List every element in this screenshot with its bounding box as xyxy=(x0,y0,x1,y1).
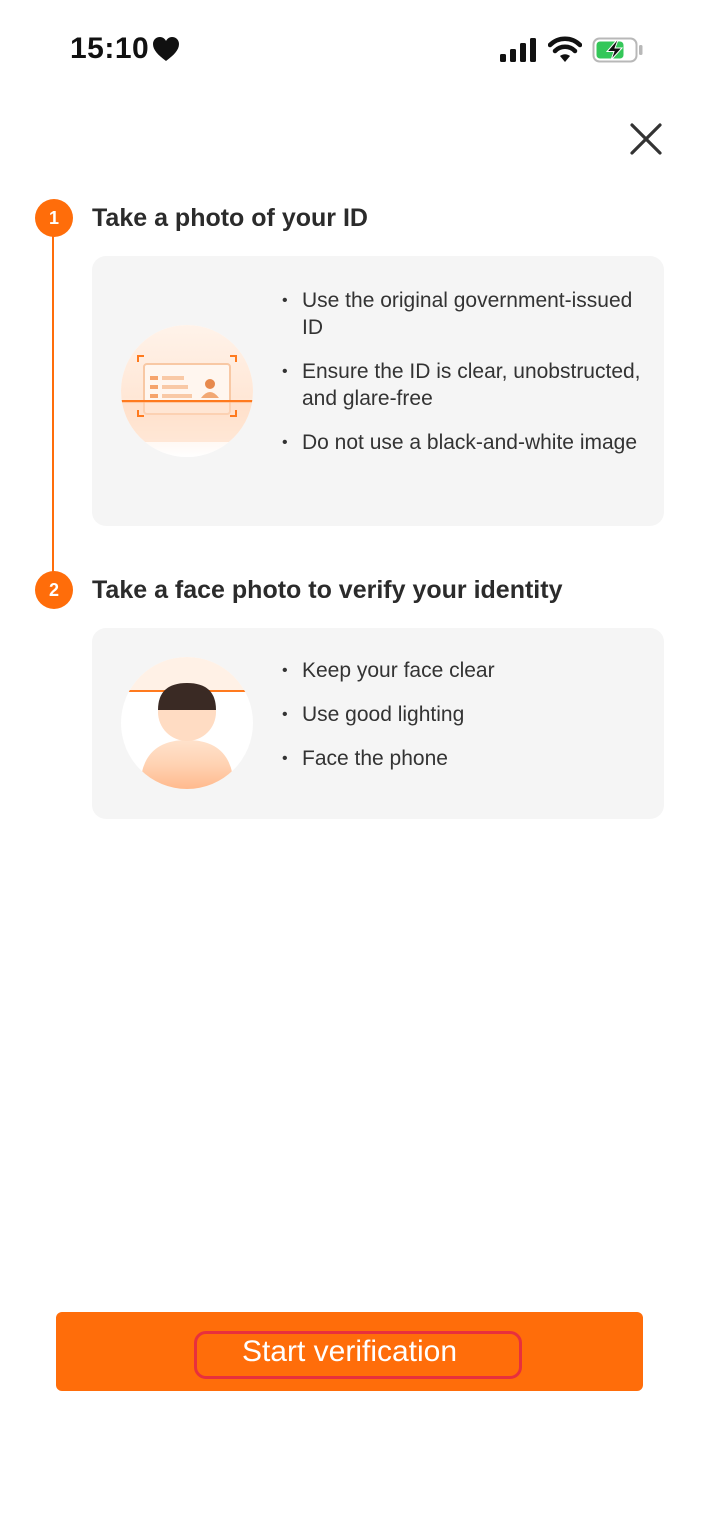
battery-charging-icon xyxy=(592,37,643,63)
step-1-title: Take a photo of your ID xyxy=(92,204,368,232)
step-1-badge: 1 xyxy=(35,199,73,237)
face-scan-illustration xyxy=(121,657,253,789)
status-bar: 15:10 xyxy=(0,0,702,100)
steps-timeline xyxy=(52,236,54,572)
start-verification-button[interactable]: Start verification xyxy=(56,1312,643,1391)
list-item: Use good lighting xyxy=(282,701,647,728)
heart-icon xyxy=(153,37,179,61)
close-button[interactable] xyxy=(622,116,666,160)
cellular-signal-icon xyxy=(500,38,536,62)
list-item: Face the phone xyxy=(282,745,647,772)
step-2-badge: 2 xyxy=(35,571,73,609)
face-photo-card: Keep your face clear Use good lighting F… xyxy=(92,628,664,819)
list-item: Ensure the ID is clear, unobstructed, an… xyxy=(282,358,647,412)
face-photo-tips: Keep your face clear Use good lighting F… xyxy=(282,657,647,772)
list-item: Use the original government-issued ID xyxy=(282,287,647,341)
wifi-icon xyxy=(548,36,582,62)
id-photo-tips: Use the original government-issued ID En… xyxy=(282,287,647,456)
id-photo-card: Use the original government-issued ID En… xyxy=(92,256,664,526)
list-item: Do not use a black-and-white image xyxy=(282,429,647,456)
status-time: 15:10 xyxy=(70,32,150,65)
list-item: Keep your face clear xyxy=(282,657,647,684)
step-2-title: Take a face photo to verify your identit… xyxy=(92,576,563,604)
start-verification-label: Start verification xyxy=(241,1334,458,1368)
close-icon xyxy=(630,123,662,155)
id-card-illustration xyxy=(121,325,253,457)
